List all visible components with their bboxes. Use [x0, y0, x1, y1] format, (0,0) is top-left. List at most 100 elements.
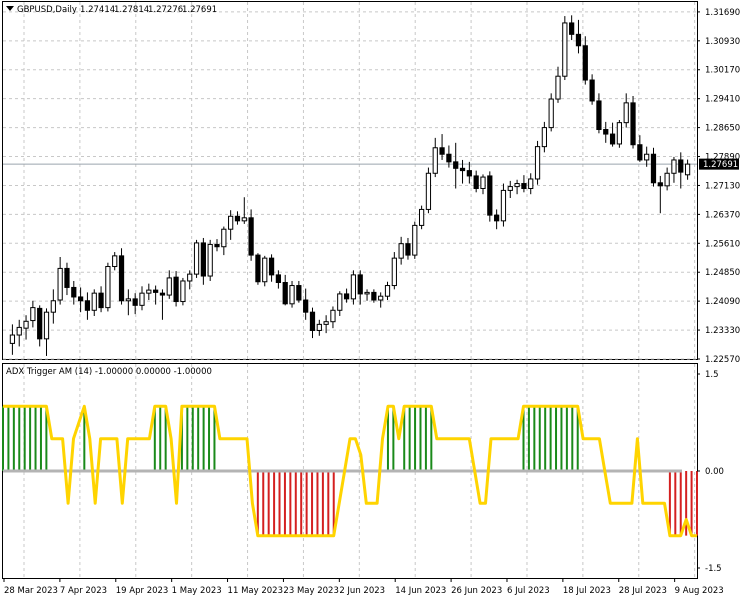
- price-tick-label: 1.23330: [705, 326, 740, 336]
- candle-body-bear: [494, 214, 500, 222]
- ohlc-low: 1.27276: [148, 5, 183, 15]
- candle-body-bear: [303, 299, 309, 313]
- candle-body-bear: [159, 292, 166, 296]
- candle-body-bear: [371, 291, 377, 301]
- candle-body-bull: [207, 243, 213, 277]
- candle: [255, 253, 261, 285]
- candle-body-bull: [112, 255, 118, 268]
- time-tick-label: 9 Aug 2023: [675, 586, 724, 596]
- candle-body-bull: [514, 183, 520, 188]
- candle-body-bull: [146, 289, 152, 294]
- candle-body-bear: [200, 242, 206, 277]
- candle-body-bear: [466, 170, 472, 177]
- candle-body-bear: [582, 45, 588, 81]
- candle-body-bull: [30, 307, 36, 322]
- time-tick-label: 18 Jul 2023: [563, 586, 611, 596]
- candle-body-bull: [480, 176, 486, 189]
- indicator-value-axis: 1.5 0.00 -1.5: [697, 370, 724, 574]
- candle-body-bull: [541, 127, 547, 148]
- candle-body-bear: [609, 133, 616, 145]
- candle-body-bull: [180, 280, 186, 303]
- candle-body-bear: [64, 267, 70, 288]
- candle-body-bull: [23, 320, 29, 329]
- candle-body-bear: [446, 153, 452, 163]
- candle-body-bear: [453, 161, 459, 169]
- candle-body-bull: [91, 292, 97, 311]
- candle-body-bear: [596, 100, 602, 130]
- candle-body-bull: [671, 159, 677, 174]
- indicator-tick-label: 0.00: [705, 467, 724, 477]
- candle-body-bull: [364, 291, 370, 295]
- price-badge-text: 1.27691: [703, 160, 738, 170]
- candle: [105, 262, 111, 312]
- candle-body-bear: [248, 217, 254, 256]
- candle-body-bull: [125, 298, 131, 302]
- symbol-label: GBPUSD,Daily: [17, 5, 77, 15]
- candle-body-bull: [316, 323, 322, 331]
- candle: [562, 16, 568, 81]
- candle-body-bull: [330, 309, 336, 323]
- candle-body-bull: [412, 224, 418, 256]
- time-tick-label: 28 Jul 2023: [619, 586, 667, 596]
- indicator-title: ADX Trigger AM (14) -1.00000 0.00000 -1.…: [6, 367, 212, 377]
- candle-body-bull: [221, 228, 227, 248]
- candle-body-bear: [343, 293, 350, 300]
- candle-body-bull: [289, 285, 295, 305]
- candle-body-bear: [650, 153, 657, 184]
- candle: [425, 167, 432, 214]
- candle-body-bull: [384, 285, 391, 297]
- candle-body-bull: [193, 242, 200, 275]
- candle-body-bear: [473, 175, 479, 189]
- candle-body-bear: [118, 255, 125, 302]
- candle: [180, 277, 186, 306]
- ohlc-open: 1.27414: [80, 5, 115, 15]
- candle-body-bear: [487, 175, 493, 216]
- candle-body-bull: [228, 215, 234, 230]
- candle-body-bull: [548, 98, 554, 129]
- price-tick-label: 1.31690: [705, 8, 740, 18]
- candle-body-bull: [378, 295, 384, 301]
- candle-body-bear: [657, 182, 663, 187]
- candle-body-bear: [268, 257, 275, 276]
- time-tick-label: 19 Apr 2023: [116, 586, 169, 596]
- candle-body-bull: [555, 75, 561, 100]
- candle-body-bull: [166, 277, 172, 296]
- candle: [487, 171, 493, 222]
- candle-body-bear: [296, 285, 302, 301]
- price-tick-label: 1.22570: [705, 355, 740, 365]
- candle-body-bull: [50, 300, 56, 313]
- price-tick-label: 1.30930: [705, 37, 740, 47]
- candle-body-bull: [432, 147, 438, 174]
- candle-body-bull: [500, 189, 507, 222]
- candle-body-bull: [507, 186, 513, 191]
- time-tick-label: 28 Mar 2023: [4, 586, 58, 596]
- candle-body-bear: [637, 144, 643, 161]
- price-tick-label: 1.28650: [705, 124, 740, 134]
- candle-body-bull: [350, 274, 357, 300]
- chart-window: GBPUSD,Daily 1.27414 1.27814 1.27276 1.2…: [0, 0, 741, 600]
- candle-body-bear: [98, 292, 104, 309]
- candle-body-bull: [644, 153, 650, 161]
- time-tick-label: 26 Jun 2023: [451, 586, 502, 596]
- candle-body-bull: [664, 172, 670, 187]
- candle-body-bear: [71, 286, 77, 298]
- main-price-axis: 1.316901.309301.301701.294101.286501.278…: [697, 8, 740, 365]
- time-tick-label: 11 May 2023: [228, 586, 283, 596]
- candle-body-bear: [630, 102, 636, 146]
- candle-body-bear: [84, 300, 91, 311]
- candle-body-bear: [37, 307, 43, 340]
- candle-body-bear: [575, 33, 582, 47]
- candle-body-bear: [357, 274, 363, 295]
- price-tick-label: 1.24090: [705, 297, 740, 307]
- candle-body-bear: [234, 215, 241, 222]
- price-tick-label: 1.25610: [705, 239, 740, 249]
- candle-body-bear: [459, 167, 466, 172]
- candle-body-bear: [589, 79, 595, 102]
- price-badge: 1.27691: [699, 158, 739, 170]
- candle: [412, 221, 418, 259]
- chart-canvas[interactable]: GBPUSD,Daily 1.27414 1.27814 1.27276 1.2…: [0, 0, 741, 600]
- candle-body-bull: [528, 178, 534, 189]
- candle-body-bull: [684, 163, 691, 176]
- candle: [207, 239, 213, 281]
- candle-body-bear: [603, 129, 609, 135]
